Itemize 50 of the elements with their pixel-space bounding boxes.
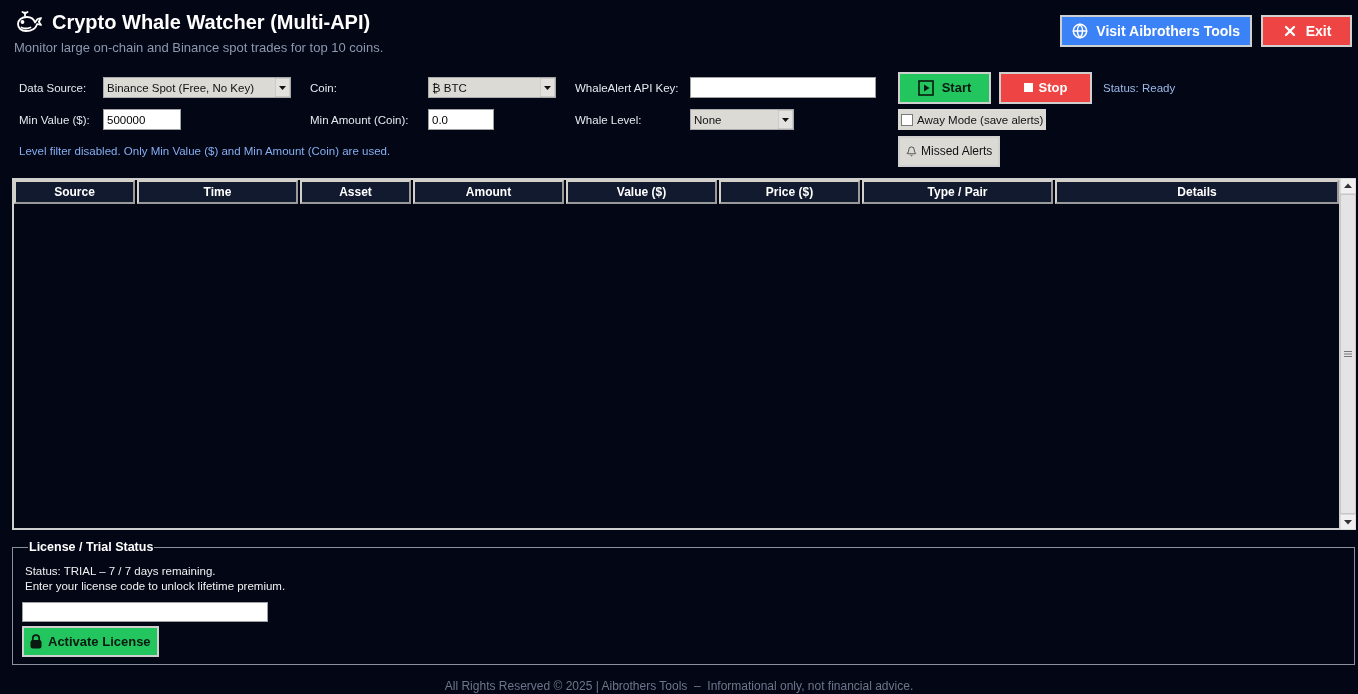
start-button[interactable]: Start xyxy=(898,71,991,104)
input-field[interactable] xyxy=(690,77,876,98)
lock-icon xyxy=(30,634,42,649)
footer-text: All Rights Reserved © 2025 | Aibrothers Tools – Informational only, not financial advice. xyxy=(443,679,915,693)
caret-icon xyxy=(778,110,793,129)
license-hint: Enter your license code to unlock lifetime premium. xyxy=(24,579,287,594)
stop-icon xyxy=(1023,83,1033,92)
grip-icon xyxy=(1344,351,1352,357)
activate-license-button[interactable]: Activate License xyxy=(22,626,159,657)
missed-alerts-button[interactable]: Missed Alerts xyxy=(898,135,1001,167)
dropdown[interactable]: Binance Spot (Free, No Key) xyxy=(103,77,291,98)
play-icon xyxy=(917,79,934,96)
license-status: Status: TRIAL – 7 / 7 days remaining. xyxy=(24,564,217,579)
column-header: Source xyxy=(14,180,135,204)
scrollbar-thumb[interactable] xyxy=(1340,194,1356,514)
input-field[interactable]: 500000 xyxy=(103,109,181,130)
input-field[interactable]: 0.0 xyxy=(428,109,494,130)
column-header: Amount xyxy=(413,180,564,204)
scroll-down-button[interactable] xyxy=(1340,514,1356,530)
license-code-field[interactable] xyxy=(22,602,268,622)
field-label: Min Value ($): xyxy=(19,113,90,126)
away-mode-option[interactable]: Away Mode (save alerts) xyxy=(898,109,1047,130)
field-label: Min Amount (Coin): xyxy=(310,113,409,126)
field-label: Data Source: xyxy=(19,81,87,94)
whale-icon xyxy=(16,11,42,33)
checkbox[interactable] xyxy=(901,113,913,126)
exit-button[interactable]: Exit xyxy=(1261,15,1352,47)
caret-icon xyxy=(540,78,555,97)
field-label: Whale Level: xyxy=(575,113,642,126)
panel-title: License / Trial Status xyxy=(28,540,155,555)
filter-note: Level filter disabled. Only Min Value ($) and Min Amount (Coin) are used. xyxy=(19,145,392,157)
visit-site-button[interactable]: Visit Aibrothers Tools xyxy=(1060,15,1252,47)
globe-icon xyxy=(1072,23,1089,39)
column-header: Price ($) xyxy=(719,180,860,204)
field-label: Coin: xyxy=(310,81,337,94)
column-header: Time xyxy=(137,180,298,204)
app-title: Crypto Whale Watcher (Multi-API) xyxy=(52,10,371,35)
field-label: WhaleAlert API Key: xyxy=(575,81,679,94)
column-header: Type / Pair xyxy=(862,180,1053,204)
column-header: Details xyxy=(1055,180,1339,204)
column-header: Asset xyxy=(300,180,411,204)
app-subtitle: Monitor large on-chain and Binance spot trades for top 10 coins. xyxy=(14,40,384,56)
bell-icon xyxy=(906,145,917,157)
caret-icon xyxy=(275,78,290,97)
dropdown[interactable]: None xyxy=(690,109,794,130)
column-header: Value ($) xyxy=(566,180,717,204)
dropdown[interactable]: ₿ BTC xyxy=(428,77,556,98)
status-text: Status: Ready xyxy=(1103,81,1176,94)
scroll-up-button[interactable] xyxy=(1340,178,1356,194)
stop-button[interactable]: Stop xyxy=(999,71,1092,104)
